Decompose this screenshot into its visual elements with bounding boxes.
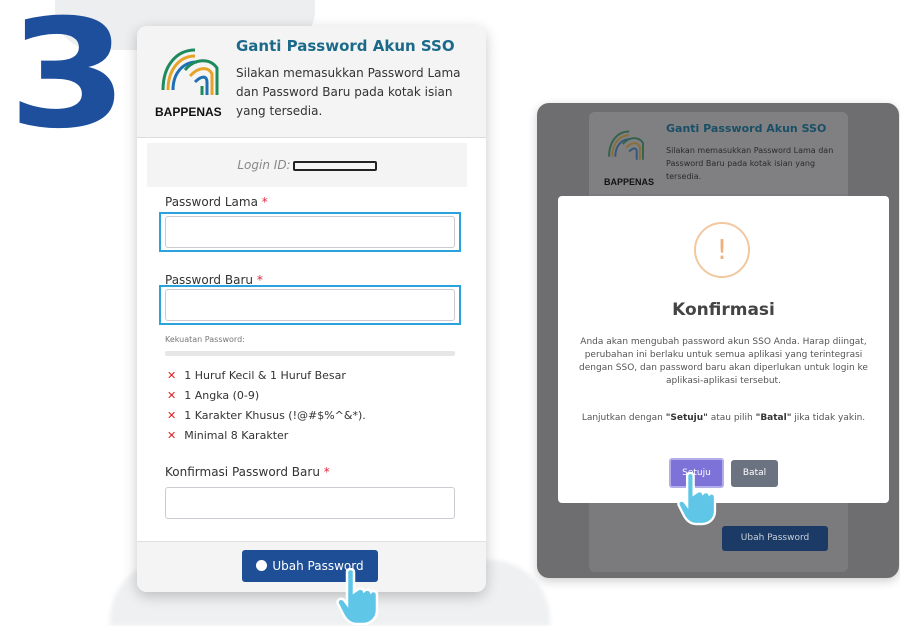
confirm-password-label-text: Konfirmasi Password Baru [165,465,320,479]
step-number: 3 [8,0,128,162]
old-password-label: Password Lama * [165,195,268,209]
rule-text: Minimal 8 Karakter [184,429,289,442]
prompt-cancel: "Batal" [755,413,792,423]
confirmation-modal: ! Konfirmasi Anda akan mengubah password… [558,196,889,503]
password-rules: ✕ 1 Huruf Kecil & 1 Huruf Besar ✕ 1 Angka … [167,366,366,446]
rule-text: 1 Huruf Kecil & 1 Huruf Besar [184,369,346,382]
required-mark: * [261,195,268,209]
warning-icon: ! [694,222,750,278]
required-mark: * [323,465,330,479]
background-form-header: BAPPENAS Ganti Password Akun SSO Silakan… [589,112,848,194]
old-password-label-text: Password Lama [165,195,258,209]
rule-item: ✕ 1 Karakter Khusus (!@#$%^&*). [167,406,366,426]
strength-label: Kekuatan Password: [165,335,245,344]
form-description: Silakan memasukkan Password Lama dan Pas… [236,66,461,118]
login-id-box: Login ID: [147,143,467,187]
background-form-description: Silakan memasukkan Password Lama dan Pas… [666,146,834,181]
prompt-agree: "Setuju" [665,413,708,423]
bappenas-logo [161,48,219,95]
x-mark-icon: ✕ [167,409,177,422]
background-form-title: Ganti Password Akun SSO [666,122,827,135]
rule-item: ✕ Minimal 8 Karakter [167,426,366,446]
x-mark-icon: ✕ [167,429,177,442]
modal-prompt: Lanjutkan dengan "Setuju" atau pilih "Ba… [576,412,871,425]
old-password-input[interactable] [165,216,455,248]
background-change-password-button: Ubah Password [722,526,828,551]
prompt-prefix: Lanjutkan dengan [581,413,666,423]
bappenas-logo [608,130,644,160]
fingerprint-icon [256,560,268,571]
rule-text: 1 Angka (0-9) [184,389,260,402]
form-title: Ganti Password Akun SSO [236,37,455,55]
hand-cursor-icon [336,568,379,626]
rule-item: ✕ 1 Huruf Kecil & 1 Huruf Besar [167,366,366,386]
logo-text: BAPPENAS [155,105,222,119]
new-password-input[interactable] [165,289,455,321]
strength-meter [165,351,455,356]
login-id-redacted [292,160,377,171]
card-header: BAPPENAS Ganti Password Akun SSO Silakan… [137,26,486,138]
background-logo-text: BAPPENAS [604,177,655,187]
prompt-middle: atau pilih [707,413,756,423]
rule-item: ✕ 1 Angka (0-9) [167,386,366,406]
login-id-label: Login ID: [237,158,291,172]
hand-cursor-icon [677,471,717,526]
cancel-button[interactable]: Batal [731,460,778,487]
x-mark-icon: ✕ [167,389,177,402]
x-mark-icon: ✕ [167,369,177,382]
confirm-password-label: Konfirmasi Password Baru * [165,465,330,479]
rule-text: 1 Karakter Khusus (!@#$%^&*). [184,409,366,422]
change-password-card: BAPPENAS Ganti Password Akun SSO Silakan… [137,26,486,592]
modal-title: Konfirmasi [672,300,775,320]
prompt-suffix: jika tidak yakin. [791,413,866,423]
confirm-password-input[interactable] [165,487,455,519]
background-button-label: Ubah Password [740,533,810,543]
modal-body: Anda akan mengubah password akun SSO And… [579,337,868,386]
warning-symbol: ! [716,233,728,266]
